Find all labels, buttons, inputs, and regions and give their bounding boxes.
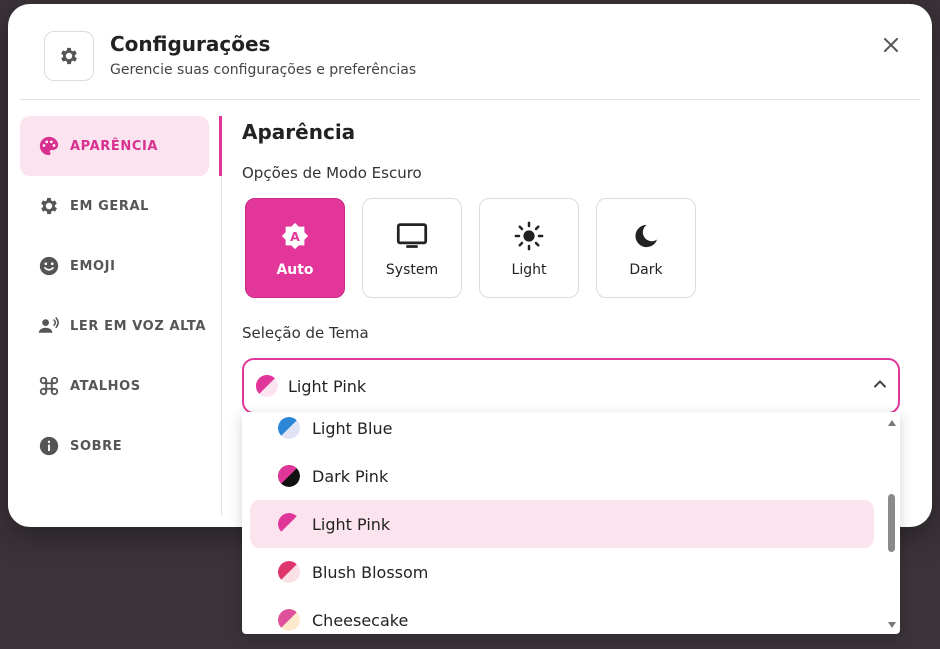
mode-label: System — [385, 262, 439, 278]
palette-icon — [38, 135, 60, 157]
active-indicator — [219, 116, 222, 176]
sidebar-item-label: SOBRE — [70, 438, 123, 454]
sun-icon — [514, 218, 544, 254]
sidebar-item-emoji[interactable]: EMOJI — [20, 236, 209, 296]
theme-option-dark-pink[interactable]: Dark Pink — [250, 452, 874, 500]
theme-swatch-icon — [278, 513, 300, 535]
theme-option-list: Light Blue Dark Pink Light Pink Blush Bl… — [242, 412, 882, 634]
scrollbar-thumb[interactable] — [888, 494, 895, 552]
smiley-icon — [38, 255, 60, 277]
sidebar-item-label: ATALHOS — [70, 378, 141, 394]
mode-label: Light — [511, 262, 547, 278]
dialog-subtitle: Gerencie suas configurações e preferênci… — [110, 62, 417, 78]
info-icon — [38, 435, 60, 457]
sidebar-divider — [221, 116, 222, 516]
theme-swatch-icon — [278, 609, 300, 631]
sidebar-item-label: APARÊNCIA — [70, 138, 159, 154]
gear-icon — [44, 31, 94, 81]
mode-dark-button[interactable]: Dark — [596, 198, 696, 298]
theme-swatch-icon — [278, 465, 300, 487]
theme-swatch-icon — [256, 375, 278, 397]
sidebar-item-label: EMOJI — [70, 258, 116, 274]
theme-option-cheesecake[interactable]: Cheesecake — [250, 596, 874, 634]
sidebar-item-label: LER EM VOZ ALTA — [70, 318, 206, 334]
mode-light-button[interactable]: Light — [479, 198, 579, 298]
dialog-title: Configurações — [110, 32, 271, 56]
sidebar: APARÊNCIA EM GERAL EMOJI LER EM VOZ ALTA… — [20, 116, 209, 476]
theme-option-label: Cheesecake — [312, 610, 409, 630]
mode-auto-button[interactable]: A Auto — [245, 198, 345, 298]
theme-option-light-blue[interactable]: Light Blue — [250, 412, 874, 452]
sidebar-item-aparencia[interactable]: APARÊNCIA — [20, 116, 209, 176]
sidebar-item-label: EM GERAL — [70, 198, 150, 214]
sidebar-item-em-geral[interactable]: EM GERAL — [20, 176, 209, 236]
theme-swatch-icon — [278, 561, 300, 583]
speaker-person-icon — [38, 315, 60, 337]
sidebar-item-ler-em-voz-alta[interactable]: LER EM VOZ ALTA — [20, 296, 209, 356]
mode-system-button[interactable]: System — [362, 198, 462, 298]
chevron-up-icon — [872, 376, 888, 396]
close-icon[interactable] — [876, 30, 906, 60]
theme-option-label: Light Blue — [312, 418, 393, 438]
svg-text:A: A — [290, 229, 300, 244]
moon-icon — [632, 218, 660, 254]
scroll-down-arrow-icon[interactable] — [888, 622, 896, 628]
theme-select-value: Light Pink — [288, 376, 367, 396]
sidebar-item-atalhos[interactable]: ATALHOS — [20, 356, 209, 416]
theme-option-light-pink[interactable]: Light Pink — [250, 500, 874, 548]
section-title: Aparência — [242, 120, 356, 144]
theme-label: Seleção de Tema — [242, 324, 369, 342]
sidebar-item-sobre[interactable]: SOBRE — [20, 416, 209, 476]
command-icon — [38, 375, 60, 397]
mode-label: Dark — [629, 262, 663, 278]
auto-brightness-icon: A — [280, 218, 310, 254]
header-divider — [20, 99, 920, 100]
gear-icon — [38, 195, 60, 217]
theme-swatch-icon — [278, 417, 300, 439]
mode-label: Auto — [276, 262, 314, 278]
dropdown-scrollbar[interactable] — [884, 412, 900, 634]
mode-options: A Auto System Light Dark — [245, 198, 696, 298]
theme-option-blush-blossom[interactable]: Blush Blossom — [250, 548, 874, 596]
theme-option-label: Blush Blossom — [312, 562, 429, 582]
theme-option-label: Light Pink — [312, 514, 391, 534]
monitor-icon — [396, 218, 428, 254]
theme-option-label: Dark Pink — [312, 466, 389, 486]
theme-select[interactable]: Light Pink — [242, 358, 900, 414]
scroll-up-arrow-icon[interactable] — [888, 420, 896, 426]
dark-mode-label: Opções de Modo Escuro — [242, 164, 422, 182]
theme-dropdown[interactable]: Light Blue Dark Pink Light Pink Blush Bl… — [242, 412, 900, 634]
